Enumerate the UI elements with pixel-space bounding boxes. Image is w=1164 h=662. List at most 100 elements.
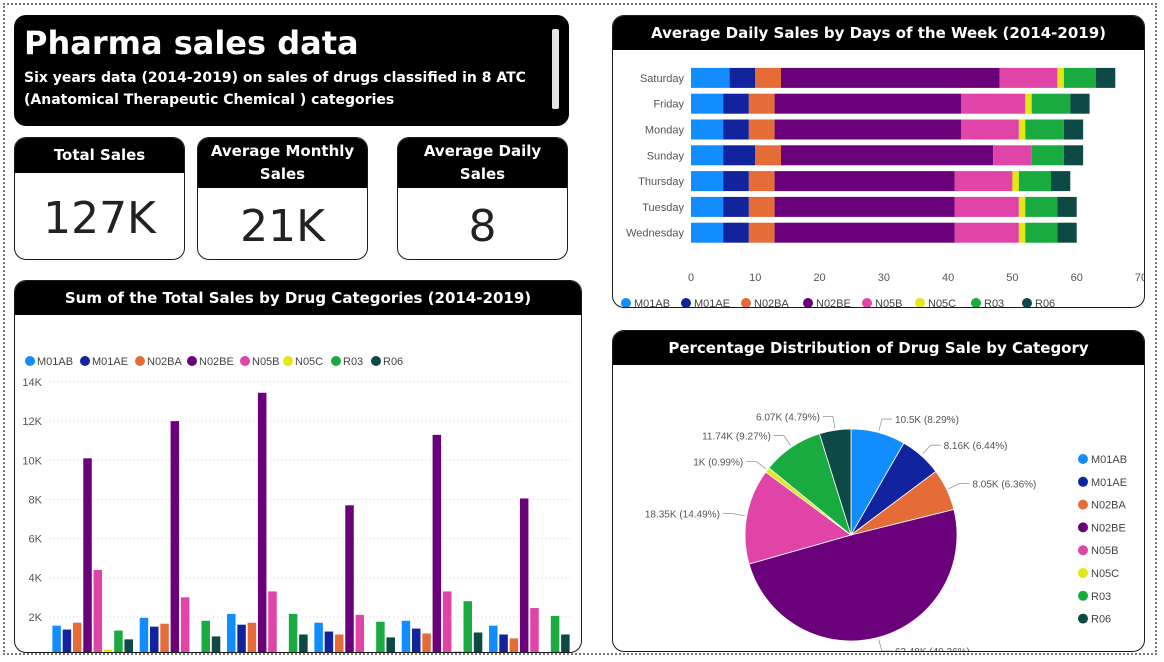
kpi-card-average-daily-sales: Average Daily Sales 8 <box>397 137 568 260</box>
column-bar <box>114 630 123 652</box>
stacked-bar-segment <box>691 119 724 140</box>
stacked-bar-segment <box>1096 67 1116 88</box>
stacked-bar-segment <box>961 93 1026 114</box>
stacked-bar-segment <box>1025 196 1058 217</box>
legend-label: R03 <box>343 356 363 368</box>
page-subtitle: Six years data (2014-2019) on sales of d… <box>24 67 529 111</box>
legend-label: M01AE <box>1091 477 1127 489</box>
x-tick-label: 70 <box>1135 272 1145 284</box>
column-bar <box>191 652 200 653</box>
column-bar <box>401 620 411 652</box>
stacked-bar-segment <box>954 196 1019 217</box>
legend-label: N05C <box>1091 568 1119 580</box>
category-pie-card: Percentage Distribution of Drug Sale by … <box>612 330 1145 652</box>
column-bar <box>345 505 354 652</box>
yearly-clustered-column-chart: M01AB M01AE N02BA N02BE N05B N05C R03 R06 0K 2K 4K… <box>22 356 573 653</box>
yearly-sales-card: Sum of the Total Sales by Drug Categorie… <box>14 280 582 653</box>
column-bar <box>432 434 442 652</box>
yearly-chart-title: Sum of the Total Sales by Drug Categorie… <box>15 281 581 315</box>
legend-swatch <box>1078 522 1088 533</box>
stacked-bar-segment <box>954 171 1013 192</box>
stacked-bar-segment <box>723 222 749 243</box>
stacked-bar-segment <box>1018 171 1051 192</box>
kpi-label-line: Average Monthly <box>210 142 355 160</box>
column-bar <box>268 591 277 652</box>
column-bar <box>227 613 236 652</box>
column-bar <box>52 625 61 652</box>
stacked-bar-segment <box>723 119 749 140</box>
column-bar <box>412 628 421 652</box>
column-bar <box>519 498 529 652</box>
pie-leader-line <box>878 639 892 651</box>
legend-label: N05B <box>252 356 280 368</box>
pie-leader-line <box>922 444 941 455</box>
column-bar <box>103 649 113 652</box>
stacked-bar-segment <box>1051 171 1071 192</box>
stacked-bar-segment <box>954 222 1019 243</box>
y-tick-label: 10K <box>22 455 42 467</box>
stacked-bar-segment <box>748 222 775 243</box>
stacked-bar-segment <box>723 171 749 192</box>
column-bar <box>139 617 149 652</box>
stacked-bar-segment <box>729 67 756 88</box>
kpi-value: 21K <box>240 201 325 252</box>
column-bar <box>299 634 308 652</box>
column-bar <box>355 614 365 652</box>
pie-leader-line <box>878 418 892 431</box>
legend-label: N05B <box>1091 545 1119 557</box>
pie-data-label: 6.07K (4.79%) <box>756 412 820 423</box>
legend-label: N05C <box>295 356 323 368</box>
column-bar <box>150 626 159 652</box>
text-scrollbar[interactable] <box>552 29 559 109</box>
pie-data-label: 11.74K (9.27%) <box>702 432 771 443</box>
stacked-bar-segment <box>748 93 775 114</box>
column-bar <box>257 392 267 652</box>
stacked-bar-segment <box>755 145 781 166</box>
column-bar <box>473 632 483 652</box>
subtitle-line-1: Six years data (2014-2019) on sales of d… <box>24 70 526 86</box>
column-bar <box>170 421 180 652</box>
stacked-bar-segment <box>1057 222 1077 243</box>
legend-swatch <box>1078 590 1088 601</box>
legend-label: N02BE <box>816 298 851 308</box>
stacked-bar-segment <box>993 145 1032 166</box>
legend-swatch <box>1078 476 1088 487</box>
stacked-bar-segment <box>1057 196 1077 217</box>
column-bar <box>561 634 570 652</box>
legend-label: R03 <box>1091 591 1111 603</box>
page-title: Pharma sales data <box>24 24 359 62</box>
column-bar <box>83 458 92 652</box>
day-label: Saturday <box>640 73 685 85</box>
x-tick-label: 50 <box>1006 272 1018 284</box>
day-label: Monday <box>645 125 685 137</box>
stacked-bar-segment <box>691 67 730 88</box>
subtitle-line-2: (Anatomical Therapeutic Chemical ) categ… <box>24 92 395 108</box>
stacked-bar-segment <box>781 67 1000 88</box>
x-tick-label: 30 <box>878 272 890 284</box>
legend-swatch <box>283 356 293 366</box>
kpi-label-line: Sales <box>459 165 506 183</box>
stacked-bar-segment <box>748 119 775 140</box>
column-bar <box>550 615 560 652</box>
day-label: Friday <box>653 99 684 111</box>
column-bar <box>442 591 452 652</box>
legend-swatch <box>1022 298 1032 307</box>
legend-swatch <box>331 356 341 366</box>
kpi-label: Total Sales <box>15 138 184 173</box>
pie-leader-line <box>773 435 791 446</box>
stacked-bar-segment <box>1018 222 1026 243</box>
kpi-card-average-monthly-sales: Average Monthly Sales 21K <box>197 137 368 260</box>
y-tick-label: 14K <box>22 377 42 389</box>
column-bar <box>376 621 385 652</box>
legend-label: R06 <box>1035 298 1055 308</box>
pie-chart-title: Percentage Distribution of Drug Sale by … <box>613 331 1144 365</box>
stacked-bar-segment <box>999 67 1058 88</box>
column-bar <box>201 620 210 652</box>
stacked-bar-segment <box>1063 119 1084 140</box>
stacked-bar-segment <box>1018 196 1026 217</box>
stacked-bar-segment <box>1012 171 1019 192</box>
stacked-bar-segment <box>723 145 756 166</box>
legend-label: R03 <box>984 298 1004 308</box>
stacked-bar-segment <box>1063 67 1096 88</box>
column-bar <box>530 608 539 652</box>
